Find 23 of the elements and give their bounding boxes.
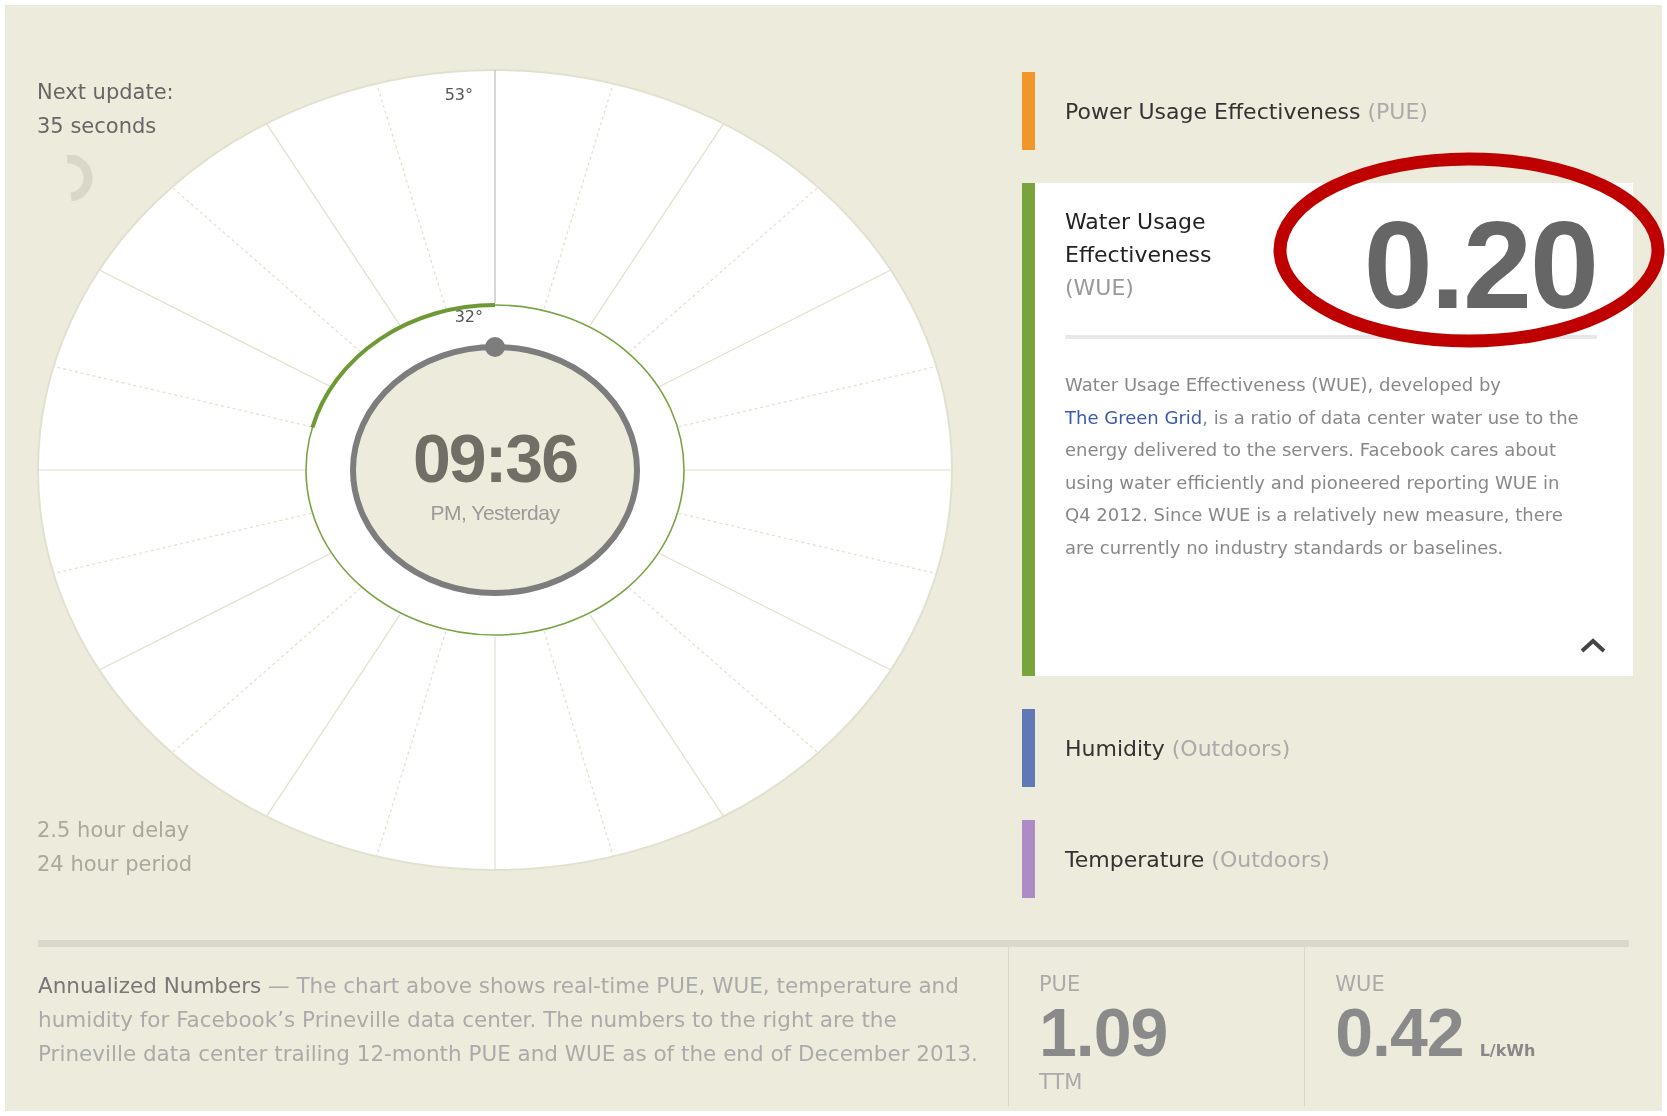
source-link[interactable]: The Green Grid (1065, 406, 1203, 428)
annualized-description: Annualized Numbers — The chart above shows real-time PUE, WUE, temperature and humidity for Facebook’s Prineville data center. The numbers to the right are the Prineville data center trailing 12-month PUE and WUE as of the end of December 2013. (38, 972, 979, 1068)
metric-title[interactable]: Temperature (Outdoors) (1035, 846, 1330, 872)
stat-unit: L/kWh (1479, 1041, 1536, 1060)
metric-value: 0.20 (1363, 205, 1597, 325)
collapse-chevron-icon[interactable] (1579, 636, 1607, 654)
min-temperature-label: 32° (454, 307, 483, 326)
chart-note: 24 hour period (37, 851, 193, 878)
clock-period: PM, Yesterday (430, 501, 560, 524)
stat-label: PUE (1038, 971, 1082, 998)
stat-footnote: TTM (1038, 1069, 1084, 1096)
update-countdown: 35 seconds (37, 113, 158, 140)
chart-note: 2.5 hour delay (37, 817, 191, 844)
metric-title[interactable]: Humidity (Outdoors) (1035, 735, 1291, 761)
stat-value: 0.42 (1335, 999, 1464, 1065)
max-temperature-label: 53° (444, 85, 473, 104)
stat-label: WUE (1335, 971, 1386, 998)
metric-title[interactable]: Water Usage Effectiveness (WUE) (1065, 205, 1245, 304)
update-label: Next update: (37, 79, 174, 106)
stat-value: 1.09 (1038, 999, 1168, 1065)
metric-title[interactable]: Power Usage Effectiveness (PUE) (1035, 98, 1428, 124)
clock-time: 09:36 (413, 420, 577, 496)
metric-description: Water Usage Effectiveness (WUE), developed by The Green Grid, is a ratio of data center water use to the energy delivered to the servers. Facebook cares about using water efficiently and pioneered reporting WUE in Q4 2012. Since WUE is a relatively new measure, there are currently no industry standards or baselines. (1065, 373, 1580, 560)
